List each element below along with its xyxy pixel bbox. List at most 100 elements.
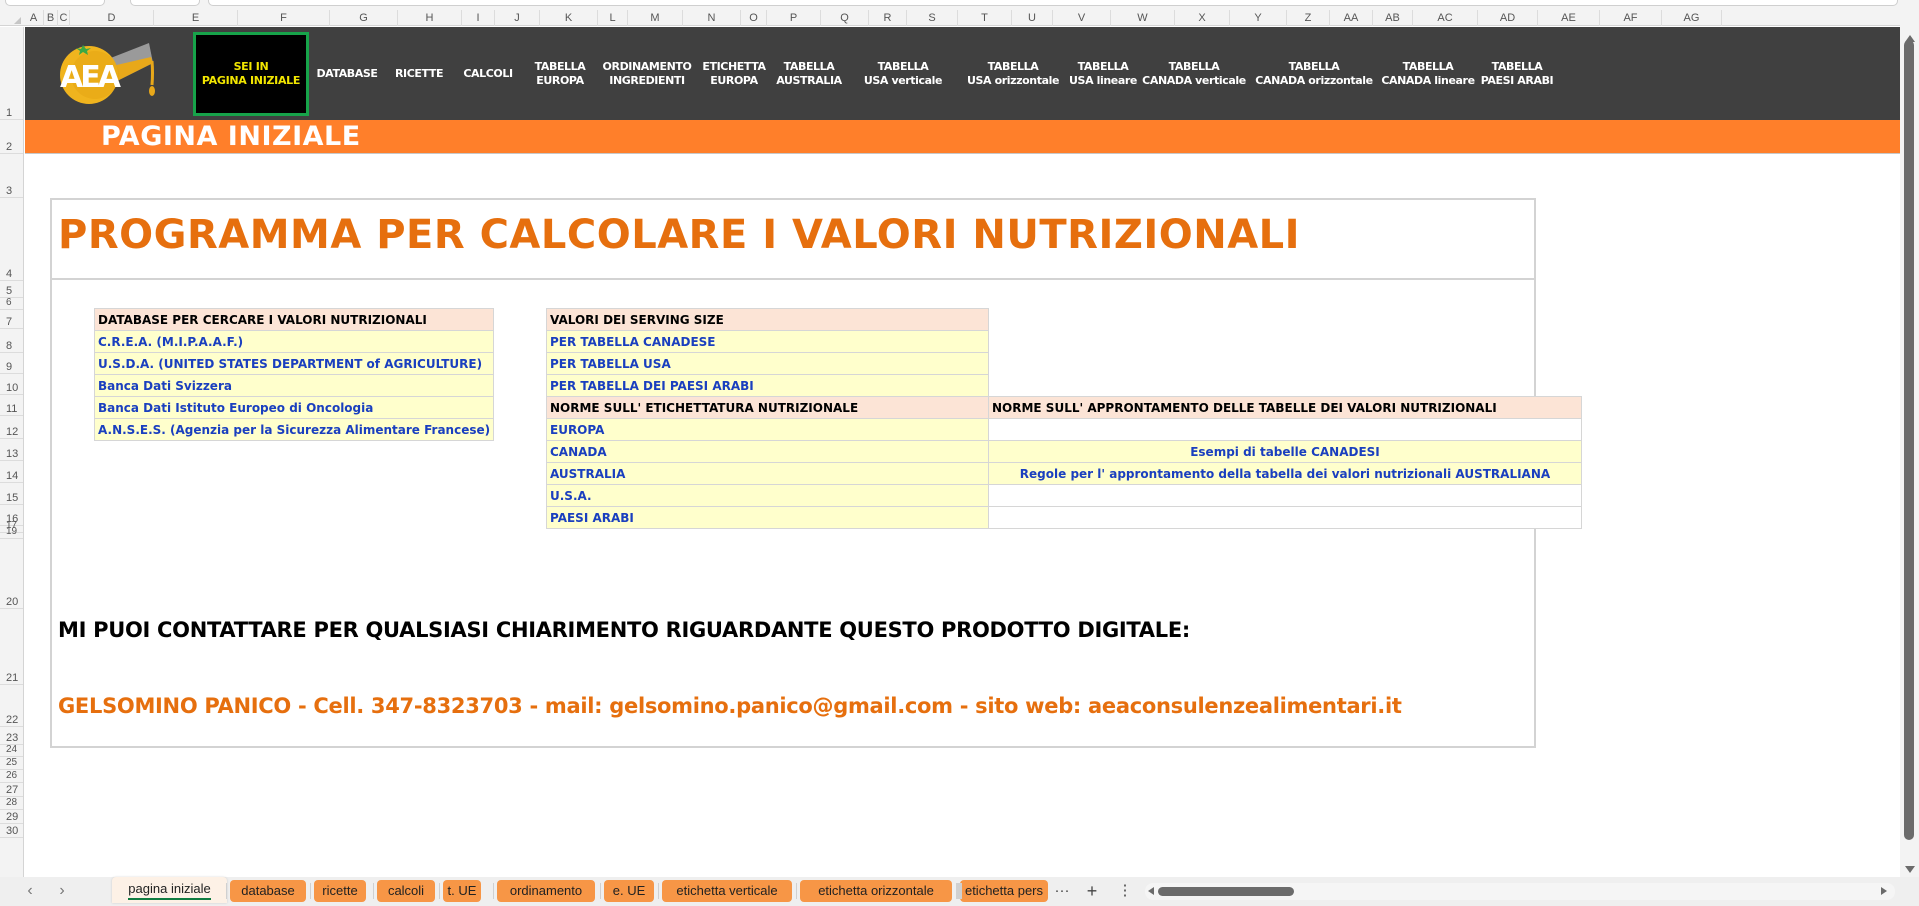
column-header-cell[interactable]: J xyxy=(495,10,540,26)
nav-link-tabella-canada-lineare[interactable]: TABELLA CANADA lineare xyxy=(1377,27,1479,120)
scroll-down-icon[interactable] xyxy=(1905,866,1915,873)
sheet-tab-etichetta-verticale[interactable]: etichetta verticale xyxy=(662,880,792,902)
nav-link-tabella-canada-verticale[interactable]: TABELLA CANADA verticale xyxy=(1137,27,1251,120)
column-header-cell[interactable]: M xyxy=(628,10,683,26)
row-header-cell[interactable]: 30 xyxy=(0,824,23,838)
horizontal-scrollbar[interactable] xyxy=(1145,883,1895,900)
row-header-cell[interactable]: 21 xyxy=(0,609,23,685)
row-header-cell[interactable]: 11 xyxy=(0,395,23,416)
function-box[interactable] xyxy=(130,0,200,6)
column-header-cell[interactable]: V xyxy=(1053,10,1111,26)
norme-approntamento-link[interactable]: Regole per l' approntamento della tabell… xyxy=(988,462,1582,485)
column-header-cell[interactable]: P xyxy=(767,10,821,26)
column-header-cell[interactable]: G xyxy=(330,10,398,26)
row-header-cell[interactable]: 28 xyxy=(0,797,23,810)
row-header-cell[interactable]: 6 xyxy=(0,297,23,310)
nav-link-calcoli[interactable]: CALCOLI xyxy=(453,27,523,120)
vertical-scroll-thumb[interactable] xyxy=(1904,40,1914,840)
row-header-cell[interactable]: 1 xyxy=(0,27,23,120)
sheet-tab-calcoli[interactable]: calcoli xyxy=(377,880,435,902)
column-header-cell[interactable]: N xyxy=(683,10,741,26)
serving-size-link[interactable]: PER TABELLA DEI PAESI ARABI xyxy=(546,374,989,397)
sheet-tab-ricette[interactable]: ricette xyxy=(314,880,366,902)
row-header-cell[interactable]: 2 xyxy=(0,120,23,154)
nav-link-etichetta-europa[interactable]: ETICHETTA EUROPA xyxy=(701,27,767,120)
column-header-cell[interactable]: C xyxy=(58,10,70,26)
nav-link-ordinamento-ingredienti[interactable]: ORDINAMENTO INGREDIENTI xyxy=(597,27,697,120)
column-header-cell[interactable]: O xyxy=(741,10,767,26)
norme-country-link[interactable]: PAESI ARABI xyxy=(546,506,989,529)
nav-link-ricette[interactable]: RICETTE xyxy=(385,27,453,120)
column-header-cell[interactable]: B xyxy=(44,10,58,26)
database-link[interactable]: Banca Dati Svizzera xyxy=(93,374,495,397)
column-header-cell[interactable]: S xyxy=(907,10,958,26)
database-link[interactable]: C.R.E.A. (M.I.P.A.A.F.) xyxy=(93,330,495,353)
prev-sheet-icon[interactable]: ‹ xyxy=(20,881,40,901)
row-header-cell[interactable]: 27 xyxy=(0,783,23,797)
column-header-cell[interactable]: AC xyxy=(1413,10,1478,26)
column-header-cell[interactable]: R xyxy=(869,10,907,26)
scroll-left-icon[interactable] xyxy=(1148,887,1154,895)
row-header-cell[interactable]: 24 xyxy=(0,744,23,757)
row-header-cell[interactable]: 26 xyxy=(0,770,23,783)
column-header-cell[interactable]: E xyxy=(154,10,238,26)
column-header-cell[interactable]: H xyxy=(398,10,462,26)
nav-link-tabella-usa-verticale[interactable]: TABELLA USA verticale xyxy=(849,27,957,120)
row-header-cell[interactable]: 14 xyxy=(0,461,23,483)
database-link[interactable]: A.N.S.E.S. (Agenzia per la Sicurezza Ali… xyxy=(93,418,495,441)
column-header-cell[interactable]: T xyxy=(958,10,1012,26)
next-sheet-icon[interactable]: › xyxy=(52,881,72,901)
serving-size-link[interactable]: PER TABELLA CANADESE xyxy=(546,330,989,353)
row-header-cell[interactable]: 25 xyxy=(0,757,23,770)
scroll-right-icon[interactable] xyxy=(1881,887,1887,895)
column-header-cell[interactable]: AB xyxy=(1373,10,1413,26)
norme-country-link[interactable]: EUROPA xyxy=(546,418,989,441)
nav-link-tabella-usa-orizzontale[interactable]: TABELLA USA orizzontale xyxy=(957,27,1069,120)
sheet-grid[interactable]: AEA SEI IN PAGINA INIZIALE DATABASE RICET… xyxy=(25,27,1900,877)
nav-link-tabella-canada-orizzontale[interactable]: TABELLA CANADA orizzontale xyxy=(1251,27,1377,120)
nav-link-tabella-usa-lineare[interactable]: TABELLA USA lineare xyxy=(1069,27,1137,120)
row-header-cell[interactable]: 10 xyxy=(0,374,23,395)
column-header-cell[interactable]: K xyxy=(540,10,598,26)
column-header-cell[interactable]: A xyxy=(24,10,44,26)
row-header-cell[interactable]: 29 xyxy=(0,810,23,824)
column-header-cell[interactable]: D xyxy=(70,10,154,26)
sheet-tab-e-ue[interactable]: e. UE xyxy=(604,880,654,902)
column-header-cell[interactable]: Y xyxy=(1230,10,1287,26)
name-box[interactable] xyxy=(5,0,105,6)
options-icon[interactable]: ⋮ xyxy=(1115,880,1135,902)
nav-link-database[interactable]: DATABASE xyxy=(309,27,385,120)
sheet-tab-etichetta-orizzontale[interactable]: etichetta orizzontale xyxy=(800,880,952,902)
row-header-cell[interactable]: 5 xyxy=(0,281,23,298)
column-header-cell[interactable]: Z xyxy=(1287,10,1330,26)
sheet-tab-t-ue[interactable]: t. UE xyxy=(443,880,481,902)
norme-country-link[interactable]: AUSTRALIA xyxy=(546,462,989,485)
database-link[interactable]: U.S.D.A. (UNITED STATES DEPARTMENT of AG… xyxy=(93,352,495,375)
column-header-cell[interactable]: L xyxy=(598,10,628,26)
column-header-cell[interactable]: Q xyxy=(821,10,869,26)
column-header-cell[interactable]: AE xyxy=(1538,10,1600,26)
nav-link-tabella-paesi-arabi[interactable]: TABELLA PAESI ARABI xyxy=(1479,27,1555,120)
more-sheets-icon[interactable]: ··· xyxy=(1052,880,1072,902)
row-header-cell[interactable]: 12 xyxy=(0,416,23,439)
norme-country-link[interactable]: U.S.A. xyxy=(546,484,989,507)
norme-country-link[interactable]: CANADA xyxy=(546,440,989,463)
column-header-cell[interactable]: AG xyxy=(1662,10,1722,26)
vertical-scrollbar[interactable] xyxy=(1900,10,1919,877)
add-sheet-icon[interactable]: + xyxy=(1082,880,1102,902)
database-link[interactable]: Banca Dati Istituto Europeo di Oncologia xyxy=(93,396,495,419)
column-header-cell[interactable]: W xyxy=(1111,10,1175,26)
column-header-cell[interactable]: F xyxy=(238,10,330,26)
column-header-cell[interactable]: AF xyxy=(1600,10,1662,26)
horizontal-scroll-thumb[interactable] xyxy=(1158,887,1294,896)
column-header-cell[interactable]: U xyxy=(1012,10,1053,26)
column-header-cell[interactable]: I xyxy=(462,10,495,26)
serving-size-link[interactable]: PER TABELLA USA xyxy=(546,352,989,375)
column-header-cell[interactable]: X xyxy=(1175,10,1230,26)
row-header-cell[interactable]: 23 xyxy=(0,727,23,745)
row-header-cell[interactable]: 4 xyxy=(0,198,23,281)
select-all-corner[interactable] xyxy=(0,10,24,26)
row-header-cell[interactable]: 22 xyxy=(0,685,23,727)
formula-input[interactable] xyxy=(208,0,1898,6)
row-header-cell[interactable]: 3 xyxy=(0,154,23,198)
